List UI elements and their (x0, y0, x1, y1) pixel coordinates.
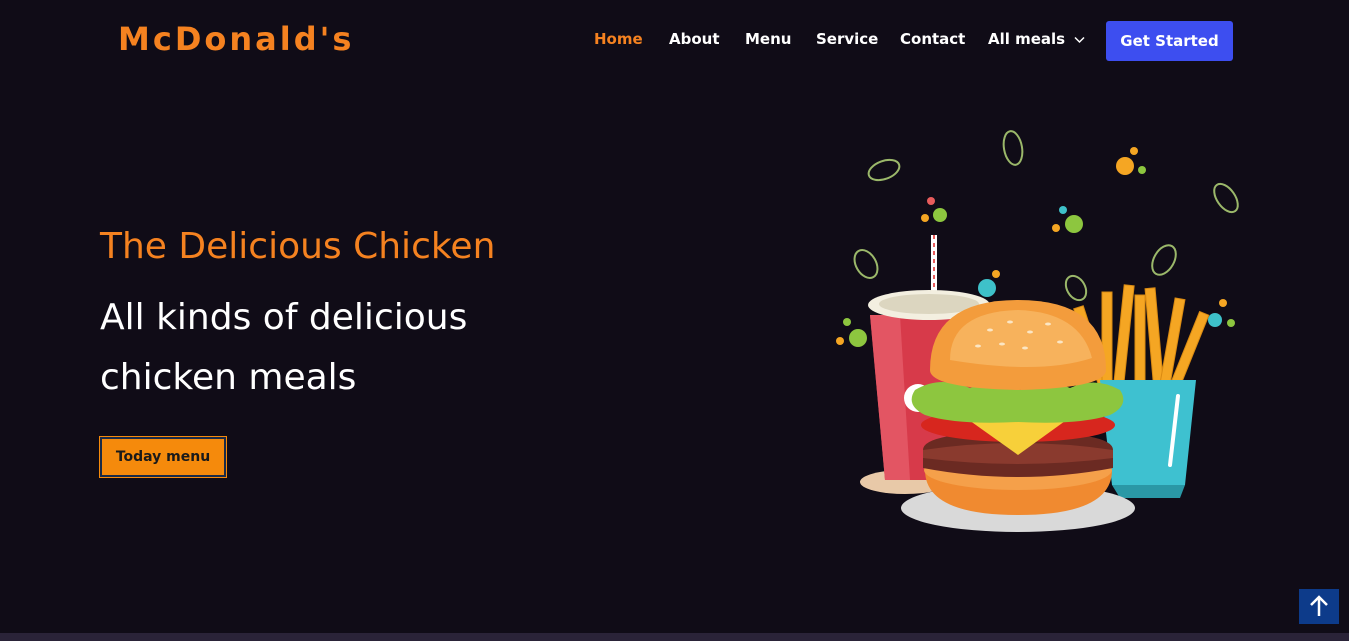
chevron-down-icon (1074, 36, 1085, 43)
brand-logo[interactable]: McDonald's (118, 20, 354, 58)
nav-item-home[interactable]: Home (594, 30, 643, 48)
next-section-edge (0, 633, 1349, 641)
arrow-up-icon (1310, 595, 1328, 616)
today-menu-button[interactable]: Today menu (99, 436, 227, 478)
nav-item-menu[interactable]: Menu (745, 30, 791, 48)
scroll-to-top-button[interactable] (1299, 589, 1339, 624)
nav-item-contact[interactable]: Contact (900, 30, 965, 48)
hero-food-illustration (836, 130, 1239, 532)
get-started-button[interactable]: Get Started (1106, 21, 1233, 61)
nav-item-about[interactable]: About (669, 30, 720, 48)
nav-item-all-meals-label: All meals (988, 30, 1066, 48)
hero-subtitle: All kinds of delicious chicken meals (100, 297, 468, 398)
hero-title: The Delicious Chicken (100, 226, 496, 267)
nav-item-service[interactable]: Service (816, 30, 878, 48)
nav-item-all-meals[interactable]: All meals (988, 30, 1085, 48)
